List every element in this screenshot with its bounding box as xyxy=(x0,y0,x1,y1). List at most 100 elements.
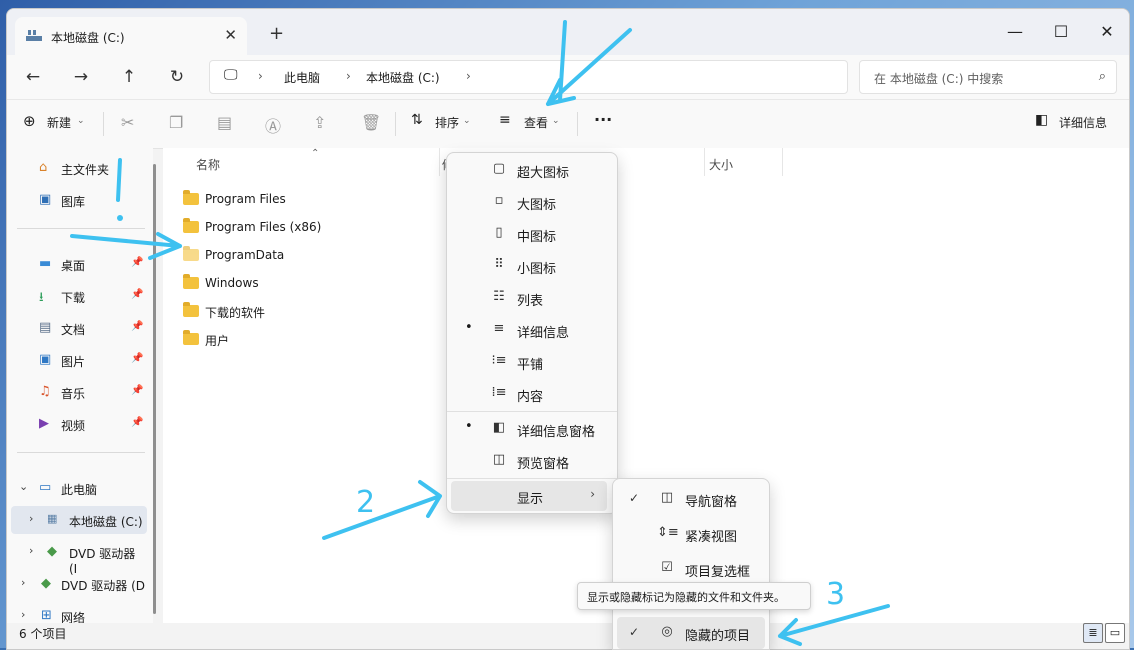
menu-item-small-icons[interactable]: ⠿ 小图标 xyxy=(451,251,613,281)
sidebar-item-documents[interactable]: ▤ 文档 📌 xyxy=(7,314,147,342)
column-header-name[interactable]: 名称 xyxy=(196,156,220,173)
submenu-item-compact-view[interactable]: ⇕≡ 紧凑视图 xyxy=(617,518,765,550)
menu-item-tiles[interactable]: ⁝≡ 平铺 xyxy=(451,347,613,377)
medium-icons-icon: ▯ xyxy=(495,225,503,240)
chevron-right-icon[interactable]: › xyxy=(21,608,25,621)
sidebar-item-pictures[interactable]: ▣ 图片 📌 xyxy=(7,346,147,374)
search-box[interactable]: 在 本地磁盘 (C:) 中搜索 ⌕ xyxy=(859,60,1117,94)
menu-item-details-pane[interactable]: • ◧ 详细信息窗格 xyxy=(451,414,613,444)
cut-icon[interactable]: ✂ xyxy=(121,113,134,132)
sidebar-scrollbar[interactable] xyxy=(153,164,156,614)
new-plus-icon[interactable]: ⊕ xyxy=(23,112,36,130)
new-button[interactable]: 新建 xyxy=(47,114,71,131)
sort-button[interactable]: 排序 xyxy=(435,114,459,131)
pin-icon[interactable]: 📌 xyxy=(131,385,143,396)
tree-item-label: 本地磁盘 (C:) xyxy=(69,515,143,529)
sidebar-item-downloads[interactable]: ⭳ 下载 📌 xyxy=(7,282,147,310)
back-arrow-icon[interactable]: ← xyxy=(21,65,45,89)
view-button[interactable]: 查看 xyxy=(524,114,548,131)
chevron-down-icon[interactable]: ⌄ xyxy=(552,116,560,126)
desktop-icon: ▬ xyxy=(39,256,52,271)
file-row[interactable]: Program Files xyxy=(183,186,443,214)
maximize-button[interactable]: ☐ xyxy=(1038,17,1084,47)
refresh-icon[interactable]: ↻ xyxy=(165,65,189,89)
sidebar-item-videos[interactable]: ▶ 视频 📌 xyxy=(7,410,147,438)
pin-icon[interactable]: 📌 xyxy=(131,257,143,268)
submenu-item-checkboxes[interactable]: ☑ 项目复选框 xyxy=(617,553,765,585)
new-tab-button[interactable]: + xyxy=(269,23,284,44)
tab-local-disk[interactable]: 本地磁盘 (C:) ✕ xyxy=(15,17,247,55)
menu-item-show[interactable]: 显示 › xyxy=(451,481,607,511)
column-header-size[interactable]: 大小 xyxy=(709,156,733,173)
sort-icon[interactable]: ⇅ xyxy=(411,112,423,128)
chevron-right-icon[interactable]: › xyxy=(29,512,33,525)
chevron-down-icon[interactable]: ⌄ xyxy=(77,116,85,126)
address-row: ← → ↑ ↻ 🖵 › 此电脑 › 本地磁盘 (C:) › 在 本地磁盘 (C:… xyxy=(7,55,1129,99)
chevron-down-icon[interactable]: ⌄ xyxy=(463,116,471,126)
up-arrow-icon[interactable]: ↑ xyxy=(117,65,141,89)
details-view-icon[interactable]: ≣ xyxy=(1083,623,1103,643)
pin-icon[interactable]: 📌 xyxy=(131,321,143,332)
sidebar-item-gallery[interactable]: ▣ 图库 xyxy=(7,186,147,214)
toolbar-separator xyxy=(103,112,104,136)
menu-item-content[interactable]: ⁞≡ 内容 xyxy=(451,379,613,409)
navigation-pane: ⌂ 主文件夹 ▣ 图库 ▬ 桌面 📌 ⭳ 下载 📌 ▤ 文档 📌 ▣ 图片 📌 xyxy=(7,148,153,625)
pin-icon[interactable]: 📌 xyxy=(131,417,143,428)
menu-item-label: 列表 xyxy=(517,294,544,309)
tree-item-dvd-i[interactable]: › ◆ DVD 驱动器 (I xyxy=(7,538,147,576)
column-separator xyxy=(782,148,783,176)
tree-item-dvd-d[interactable]: › ◆ DVD 驱动器 (D xyxy=(7,570,147,598)
chevron-right-icon[interactable]: › xyxy=(258,69,263,83)
file-row[interactable]: 下载的软件 xyxy=(183,298,443,326)
pin-icon[interactable]: 📌 xyxy=(131,289,143,300)
details-button[interactable]: 详细信息 xyxy=(1059,114,1107,131)
forward-arrow-icon[interactable]: → xyxy=(69,65,93,89)
menu-item-large-icons[interactable]: ▫ 大图标 xyxy=(451,187,613,217)
submenu-item-hidden-items[interactable]: ✓ ◎ 隐藏的项目 xyxy=(617,617,765,649)
paste-icon[interactable]: ▤ xyxy=(217,113,232,132)
chevron-right-icon[interactable]: › xyxy=(466,69,471,83)
delete-icon[interactable]: 🗑 xyxy=(361,113,381,132)
minimize-button[interactable]: — xyxy=(992,17,1038,47)
chevron-down-icon[interactable]: ⌄ xyxy=(19,480,28,493)
navigation-pane-icon: ◫ xyxy=(660,490,674,505)
close-tab-icon[interactable]: ✕ xyxy=(224,26,237,44)
sidebar-item-music[interactable]: ♫ 音乐 📌 xyxy=(7,378,147,406)
chevron-right-icon[interactable]: › xyxy=(346,69,351,83)
menu-item-label: 预览窗格 xyxy=(517,457,570,472)
menu-item-preview-pane[interactable]: ◫ 预览窗格 xyxy=(451,446,613,476)
breadcrumb-this-pc[interactable]: 此电脑 xyxy=(284,69,320,86)
tree-item-local-disk[interactable]: › ▦ 本地磁盘 (C:) xyxy=(11,506,147,534)
menu-item-list[interactable]: ☷ 列表 xyxy=(451,283,613,313)
tree-item-this-pc[interactable]: ⌄ ▭ 此电脑 xyxy=(7,474,147,502)
menu-item-details[interactable]: • ≡ 详细信息 xyxy=(451,315,613,345)
breadcrumb-local-disk[interactable]: 本地磁盘 (C:) xyxy=(366,69,440,86)
computer-icon: 🖵 xyxy=(224,67,238,83)
check-icon: ✓ xyxy=(629,625,640,639)
file-row[interactable]: Windows xyxy=(183,270,443,298)
file-row[interactable]: Program Files (x86) xyxy=(183,214,443,242)
menu-item-medium-icons[interactable]: ▯ 中图标 xyxy=(451,219,613,249)
show-submenu: ✓ ◫ 导航窗格 ⇕≡ 紧凑视图 ☑ 项目复选框 ✓ ◎ 隐藏的项目 xyxy=(612,478,770,650)
details-pane-icon[interactable]: ◧ xyxy=(1035,112,1048,128)
tree-item-network[interactable]: › ⊞ 网络 xyxy=(7,602,147,625)
rename-icon[interactable]: Ⓐ xyxy=(265,113,281,137)
chevron-right-icon[interactable]: › xyxy=(21,576,25,589)
copy-icon[interactable]: ❐ xyxy=(169,113,183,132)
pin-icon[interactable]: 📌 xyxy=(131,353,143,364)
share-icon[interactable]: ⇪ xyxy=(313,113,326,132)
file-name: Program Files (x86) xyxy=(205,220,322,234)
column-separator xyxy=(439,148,440,176)
view-lines-icon[interactable]: ≡ xyxy=(499,112,511,128)
close-window-button[interactable]: ✕ xyxy=(1084,17,1129,47)
file-row[interactable]: 用户 xyxy=(183,326,443,354)
chevron-right-icon[interactable]: › xyxy=(29,544,33,557)
menu-item-extra-large-icons[interactable]: ▢ 超大图标 xyxy=(451,155,613,185)
file-row[interactable]: ProgramData xyxy=(183,242,443,270)
large-icons-view-icon[interactable]: ▭ xyxy=(1105,623,1125,643)
submenu-item-navigation-pane[interactable]: ✓ ◫ 导航窗格 xyxy=(617,483,765,515)
more-options-icon[interactable]: ··· xyxy=(594,110,612,129)
sidebar-item-desktop[interactable]: ▬ 桌面 📌 xyxy=(7,250,147,278)
address-bar[interactable]: 🖵 › 此电脑 › 本地磁盘 (C:) › xyxy=(209,60,848,94)
sidebar-item-home[interactable]: ⌂ 主文件夹 xyxy=(7,154,147,182)
